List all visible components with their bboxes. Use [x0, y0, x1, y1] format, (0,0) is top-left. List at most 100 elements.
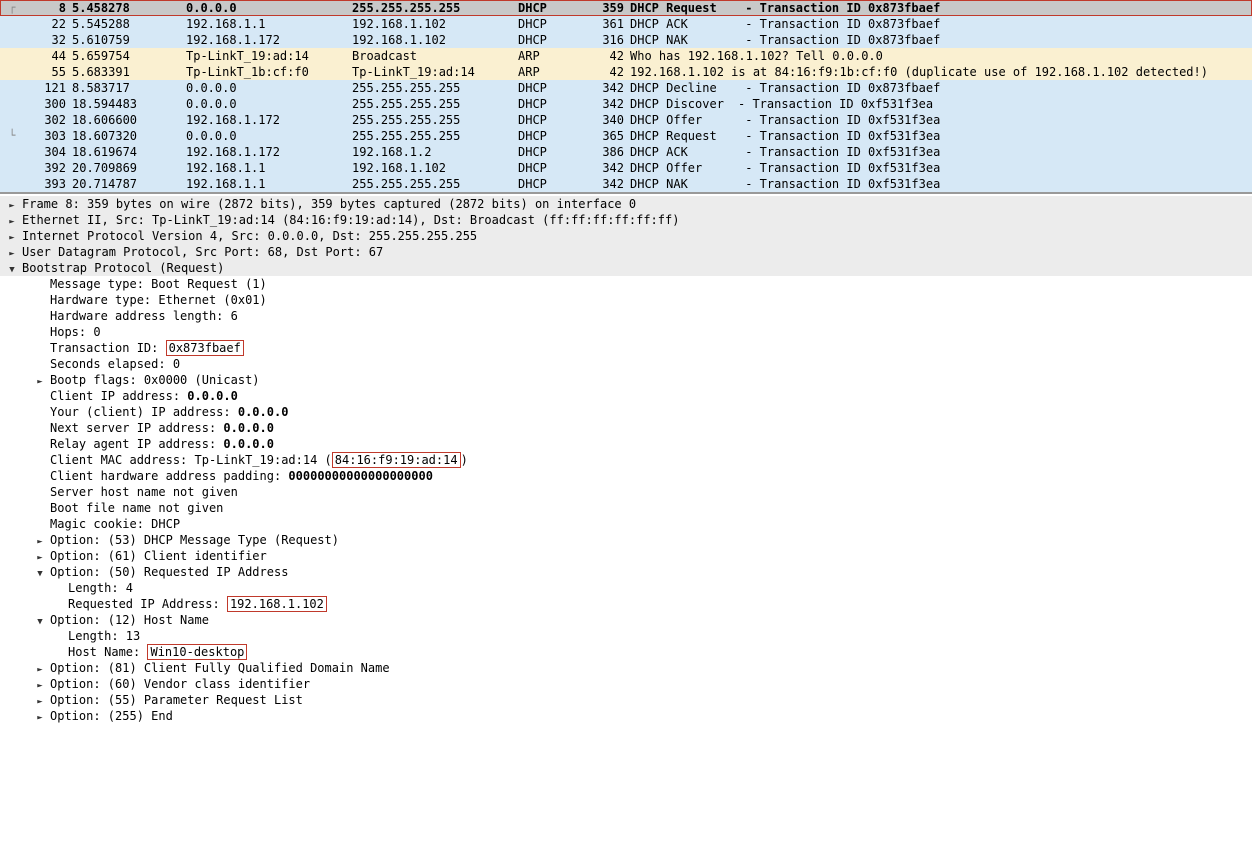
packet-dst: 255.255.255.255 — [352, 97, 518, 111]
expand-down-icon[interactable]: ▼ — [34, 569, 46, 579]
detail-expandable[interactable]: ►Frame 8: 359 bytes on wire (2872 bits),… — [0, 196, 1252, 212]
packet-row[interactable]: 30418.619674192.168.1.172192.168.1.2DHCP… — [0, 144, 1252, 160]
tree-marker — [0, 49, 24, 63]
packet-row[interactable]: └30318.6073200.0.0.0255.255.255.255DHCP3… — [0, 128, 1252, 144]
packet-row[interactable]: 445.659754Tp-LinkT_19:ad:14BroadcastARP4… — [0, 48, 1252, 64]
detail-text: Server host name not given — [50, 485, 238, 499]
packet-no: 121 — [24, 81, 72, 95]
packet-row[interactable]: 39320.714787192.168.1.1255.255.255.255DH… — [0, 176, 1252, 192]
packet-src: 0.0.0.0 — [186, 1, 352, 15]
packet-no: 8 — [24, 1, 72, 15]
expand-right-icon[interactable]: ► — [6, 217, 18, 227]
expand-right-icon[interactable]: ► — [34, 537, 46, 547]
tree-marker — [0, 17, 24, 31]
tree-marker — [0, 161, 24, 175]
detail-text: Boot file name not given — [50, 501, 223, 515]
packet-src: 192.168.1.172 — [186, 145, 352, 159]
detail-field: Host Name: Win10-desktop — [0, 644, 1252, 660]
packet-proto: DHCP — [518, 161, 590, 175]
detail-text: Host Name: Win10-desktop — [68, 645, 247, 659]
packet-proto: ARP — [518, 65, 590, 79]
detail-field: Length: 4 — [0, 580, 1252, 596]
expand-right-icon[interactable]: ► — [34, 553, 46, 563]
packet-info: DHCP NAK - Transaction ID 0x873fbaef — [630, 33, 1252, 47]
packet-row[interactable]: 1218.5837170.0.0.0255.255.255.255DHCP342… — [0, 80, 1252, 96]
detail-expandable[interactable]: ►Option: (55) Parameter Request List — [0, 692, 1252, 708]
detail-expandable[interactable]: ▼Option: (50) Requested IP Address — [0, 564, 1252, 580]
packet-time: 5.659754 — [72, 49, 186, 63]
detail-text: Magic cookie: DHCP — [50, 517, 180, 531]
packet-row[interactable]: 325.610759192.168.1.172192.168.1.102DHCP… — [0, 32, 1252, 48]
detail-expandable[interactable]: ▼ Bootstrap Protocol (Request) — [0, 260, 1252, 276]
detail-expandable[interactable]: ► Internet Protocol Version 4, Src: 0.0.0… — [0, 228, 1252, 244]
packet-info: DHCP ACK - Transaction ID 0xf531f3ea — [630, 145, 1252, 159]
detail-expandable[interactable]: ► Option: (53) DHCP Message Type (Request… — [0, 532, 1252, 548]
detail-expandable[interactable]: ►Option: (255) End — [0, 708, 1252, 724]
packet-no: 22 — [24, 17, 72, 31]
packet-len: 359 — [590, 1, 630, 15]
packet-proto: DHCP — [518, 17, 590, 31]
detail-expandable[interactable]: ► Ethernet II, Src: Tp-LinkT_19:ad:14 (84… — [0, 212, 1252, 228]
tree-marker: ┌ — [0, 1, 24, 15]
packet-row[interactable]: 225.545288192.168.1.1192.168.1.102DHCP36… — [0, 16, 1252, 32]
packet-no: 393 — [24, 177, 72, 191]
packet-dst: 255.255.255.255 — [352, 1, 518, 15]
packet-no: 44 — [24, 49, 72, 63]
detail-expandable[interactable]: ►Option: (81) Client Fully Qualified Dom… — [0, 660, 1252, 676]
detail-expandable[interactable]: ►User Datagram Protocol, Src Port: 68, D… — [0, 244, 1252, 260]
packet-len: 342 — [590, 177, 630, 191]
packet-dst: 192.168.1.102 — [352, 17, 518, 31]
packet-src: 192.168.1.172 — [186, 33, 352, 47]
packet-row[interactable]: 30018.5944830.0.0.0255.255.255.255DHCP34… — [0, 96, 1252, 112]
tree-marker — [0, 113, 24, 127]
packet-len: 42 — [590, 65, 630, 79]
detail-expandable[interactable]: ►Option: (61) Client identifier — [0, 548, 1252, 564]
detail-field: Client MAC address: Tp-LinkT_19:ad:14 (8… — [0, 452, 1252, 468]
tree-marker — [0, 65, 24, 79]
packet-row[interactable]: 39220.709869192.168.1.1192.168.1.102DHCP… — [0, 160, 1252, 176]
expand-right-icon[interactable]: ► — [6, 201, 18, 211]
packet-no: 32 — [24, 33, 72, 47]
expand-right-icon[interactable]: ► — [34, 681, 46, 691]
tree-marker — [0, 81, 24, 95]
expand-right-icon[interactable]: ► — [34, 377, 46, 387]
detail-field: Client IP address: 0.0.0.0 — [0, 388, 1252, 404]
packet-list: ┌85.4582780.0.0.0255.255.255.255DHCP359D… — [0, 0, 1252, 194]
expand-down-icon[interactable]: ▼ — [34, 617, 46, 627]
detail-expandable[interactable]: ▼Option: (12) Host Name — [0, 612, 1252, 628]
packet-details: ►Frame 8: 359 bytes on wire (2872 bits),… — [0, 194, 1252, 734]
detail-text: Hardware type: Ethernet (0x01) — [50, 293, 267, 307]
packet-dst: Tp-LinkT_19:ad:14 — [352, 65, 518, 79]
detail-text: Option: (60) Vendor class identifier — [50, 677, 310, 691]
packet-row[interactable]: ┌85.4582780.0.0.0255.255.255.255DHCP359D… — [0, 0, 1252, 16]
packet-info: DHCP Decline - Transaction ID 0x873fbaef — [630, 81, 1252, 95]
detail-text: Transaction ID: 0x873fbaef — [50, 341, 244, 355]
packet-info: DHCP Offer - Transaction ID 0xf531f3ea — [630, 161, 1252, 175]
detail-text: Ethernet II, Src: Tp-LinkT_19:ad:14 (84:… — [22, 213, 679, 227]
detail-text: Option: (53) DHCP Message Type (Request) — [50, 533, 339, 547]
expand-right-icon[interactable]: ► — [6, 249, 18, 259]
packet-time: 5.545288 — [72, 17, 186, 31]
detail-text: Internet Protocol Version 4, Src: 0.0.0.… — [22, 229, 477, 243]
detail-text: Bootstrap Protocol (Request) — [22, 261, 224, 275]
packet-src: 192.168.1.1 — [186, 177, 352, 191]
packet-dst: 255.255.255.255 — [352, 129, 518, 143]
detail-expandable[interactable]: ►Bootp flags: 0x0000 (Unicast) — [0, 372, 1252, 388]
expand-right-icon[interactable]: ► — [34, 665, 46, 675]
detail-text: Length: 13 — [68, 629, 140, 643]
tree-marker — [0, 97, 24, 111]
packet-proto: DHCP — [518, 145, 590, 159]
packet-row[interactable]: 555.683391Tp-LinkT_1b:cf:f0Tp-LinkT_19:a… — [0, 64, 1252, 80]
expand-right-icon[interactable]: ► — [6, 233, 18, 243]
packet-len: 340 — [590, 113, 630, 127]
expand-down-icon[interactable]: ▼ — [6, 265, 18, 275]
packet-dst: 192.168.1.102 — [352, 161, 518, 175]
detail-expandable[interactable]: ► Option: (60) Vendor class identifier — [0, 676, 1252, 692]
detail-field: Boot file name not given — [0, 500, 1252, 516]
tree-marker — [0, 177, 24, 191]
expand-right-icon[interactable]: ► — [34, 713, 46, 723]
packet-no: 304 — [24, 145, 72, 159]
packet-src: 192.168.1.1 — [186, 161, 352, 175]
packet-row[interactable]: 30218.606600192.168.1.172255.255.255.255… — [0, 112, 1252, 128]
expand-right-icon[interactable]: ► — [34, 697, 46, 707]
